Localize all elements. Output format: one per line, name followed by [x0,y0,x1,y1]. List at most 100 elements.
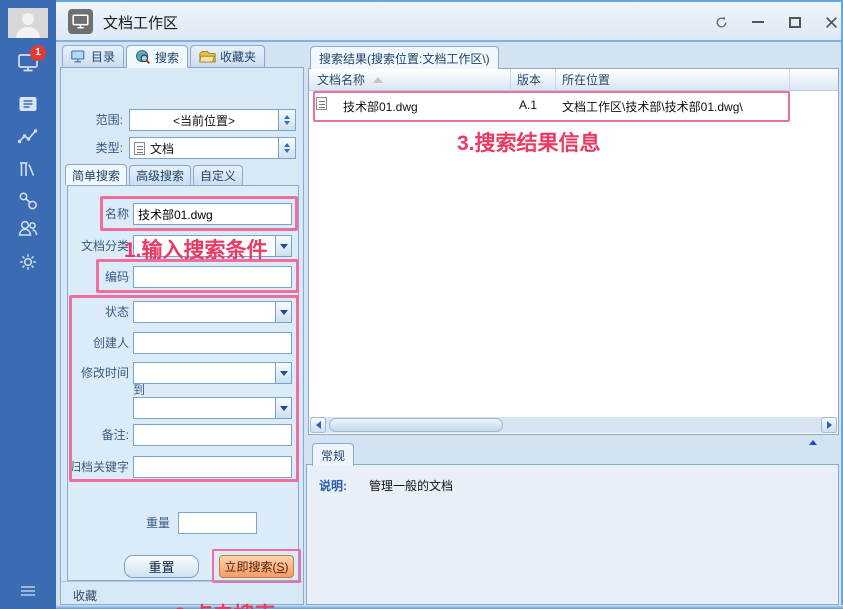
document-icon [316,97,327,110]
minimize-icon [752,21,764,23]
scroll-left-button[interactable] [310,417,326,433]
sidebar: 1 [0,0,56,609]
search-now-label: 立即搜索( [224,560,276,574]
app-icon [68,9,93,34]
tab-search[interactable]: 搜索 [126,45,188,68]
reset-button[interactable]: 重置 [124,555,199,578]
search-now-label-end: ) [285,560,289,574]
row-version: A.1 [519,98,537,112]
status-combobox[interactable] [133,301,292,323]
modified-to-value [133,397,275,419]
horizontal-scrollbar[interactable] [310,417,837,433]
minimize-button[interactable] [749,13,767,31]
code-label: 编码 [68,266,129,288]
tab-search-label: 搜索 [155,49,179,66]
refresh-button[interactable] [712,13,730,31]
library-icon[interactable] [16,157,40,181]
row-name: 技术部01.dwg [343,98,418,115]
maximize-button[interactable] [786,13,804,31]
hamburger-menu-icon[interactable] [16,578,40,602]
tab-simple-search[interactable]: 简单搜索 [65,164,127,185]
folder-icon [199,50,216,64]
column-header-name[interactable]: 文档名称 [309,69,511,91]
favorite-link[interactable]: 收藏 [73,587,97,604]
window-title: 文档工作区 [103,12,178,33]
scope-label: 范围: [65,109,123,131]
results-table: 文档名称 版本 所在位置 技术部01.dwg A.1 文档工作区\技术部\技术部… [308,68,839,435]
maximize-icon [789,17,801,28]
detail-panel: 常规 说明: 管理一般的文档 [306,443,839,605]
row-location: 文档工作区\技术部\技术部01.dwg\ [562,98,743,115]
avatar[interactable] [8,8,48,38]
tab-catalog[interactable]: 目录 [62,45,124,67]
status-value [133,301,275,323]
status-label: 状态 [68,301,129,323]
globe-search-icon [135,49,151,65]
notification-badge: 1 [30,45,46,61]
share-icon[interactable] [16,189,40,213]
tab-search-results[interactable]: 搜索结果(搜索位置:文档工作区\) [310,46,499,69]
weight-label: 重量 [108,512,170,534]
modified-from-combobox[interactable] [133,362,292,384]
tab-advanced-search-label: 高级搜索 [136,167,184,184]
modified-to-combobox[interactable] [133,397,292,419]
archive-keyword-label: 归档关键字 [66,456,129,478]
column-header-version-label: 版本 [517,73,541,87]
simple-search-form: 名称 文档分类 1.输入搜索条件 编码 状态 [67,185,299,581]
document-list-icon[interactable] [16,92,40,116]
description-value: 管理一般的文档 [369,477,453,494]
scope-spinner[interactable] [278,109,296,131]
close-icon [825,16,838,29]
type-spinner[interactable] [278,137,296,159]
status-dropdown-arrow[interactable] [275,301,292,323]
tab-favorites-label: 收藏夹 [220,48,256,65]
table-row[interactable]: 技术部01.dwg A.1 文档工作区\技术部\技术部01.dwg\ [309,92,838,118]
person-icon [8,8,48,38]
left-panel: 目录 搜索 收藏夹 范围: [60,44,304,605]
annotation-step3: 3.搜索结果信息 [457,127,601,157]
column-header-location[interactable]: 所在位置 [556,69,790,91]
search-now-button[interactable]: 立即搜索(S) [219,555,294,578]
horizontal-splitter[interactable] [306,435,839,443]
modified-from-value [133,362,275,384]
results-table-header: 文档名称 版本 所在位置 [309,69,838,91]
remark-label: 备注: [68,424,129,446]
line-chart-icon[interactable] [16,125,40,149]
code-input[interactable] [133,266,292,288]
tab-general[interactable]: 常规 [312,443,354,466]
name-input[interactable] [133,203,292,225]
tab-favorites[interactable]: 收藏夹 [190,45,265,67]
annotation-step2: 2.点击搜索 [174,599,276,609]
computer-icon [71,50,87,64]
sort-ascending-icon [373,72,383,83]
scope-value: <当前位置> [129,109,278,131]
tab-custom-search[interactable]: 自定义 [193,165,243,185]
annotation-step1: 1.输入搜索条件 [124,234,268,264]
category-label: 文档分类 [68,235,129,257]
close-button[interactable] [822,13,840,31]
gear-icon[interactable] [16,250,40,274]
tab-advanced-search[interactable]: 高级搜索 [129,165,191,185]
scope-combobox[interactable]: <当前位置> [129,109,296,131]
users-icon[interactable] [16,216,40,240]
modified-from-dropdown-arrow[interactable] [275,362,292,384]
modified-to-dropdown-arrow[interactable] [275,397,292,419]
modified-label: 修改时间 [68,362,129,384]
app-window: 1 [0,0,843,609]
favorites-section: 收藏 已收藏 2.点击搜索 [62,581,302,603]
scroll-right-button[interactable] [821,417,837,433]
remark-input[interactable] [133,424,292,446]
results-panel: 搜索结果(搜索位置:文档工作区\) 文档名称 版本 所在位置 技术部01.dwg… [306,44,839,605]
scroll-left-icon [312,421,321,429]
category-dropdown-arrow[interactable] [275,235,292,257]
scrollbar-thumb[interactable] [329,418,503,432]
weight-input[interactable] [178,512,257,534]
creator-label: 创建人 [68,332,129,354]
archive-keyword-input[interactable] [133,456,292,478]
column-header-name-label: 文档名称 [317,73,365,87]
search-form-panel: 范围: <当前位置> 类型: 文档 简单搜索 高级搜索 [60,67,304,605]
tab-simple-search-label: 简单搜索 [72,167,120,184]
to-label: 到 [133,383,153,397]
creator-input[interactable] [133,332,292,354]
column-header-version[interactable]: 版本 [511,69,556,91]
